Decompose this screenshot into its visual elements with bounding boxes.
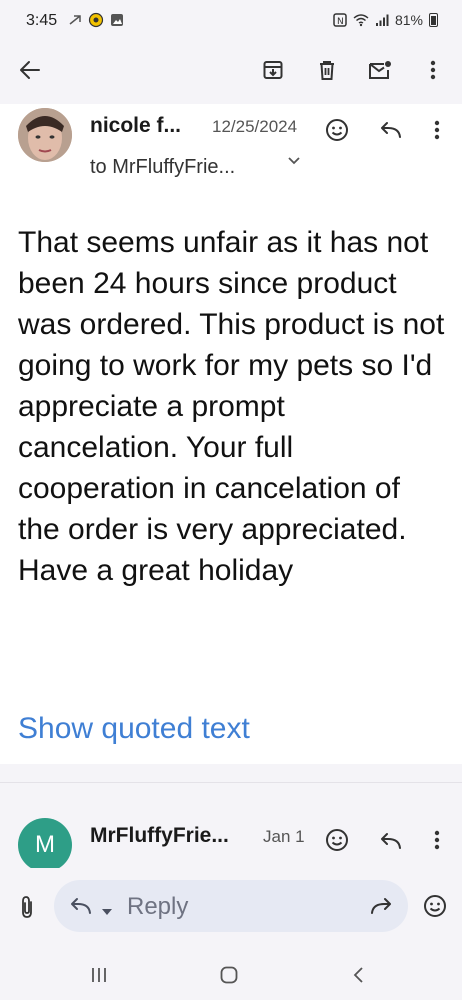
status-time: 3:45 [26, 12, 58, 29]
emoji-icon[interactable] [420, 891, 450, 921]
mark-unread-icon[interactable] [364, 54, 396, 86]
recent-apps-icon[interactable] [84, 960, 114, 990]
missed-call-icon [69, 15, 81, 25]
chevron-down-icon[interactable] [287, 154, 305, 172]
home-icon[interactable] [214, 960, 244, 990]
system-back-icon[interactable] [344, 960, 374, 990]
emoji-reaction-icon-2[interactable] [322, 825, 352, 855]
sender-name: nicole f... [90, 114, 182, 137]
reply-mode-icon[interactable] [66, 891, 96, 921]
status-system-icons: N 81% [333, 12, 438, 28]
battery-icon [429, 13, 438, 27]
reply-icon[interactable] [376, 115, 406, 145]
emoji-reaction-icon[interactable] [322, 115, 352, 145]
sender-avatar-letter[interactable]: M [18, 818, 72, 872]
attachment-icon[interactable] [12, 892, 42, 922]
nfc-icon: N [333, 13, 347, 27]
more-vert-icon[interactable] [417, 54, 449, 86]
delete-icon[interactable] [311, 54, 343, 86]
message-date-2: Jan 1 [263, 827, 305, 846]
message-date: 12/25/2024 [212, 117, 298, 136]
message-body: That seems unfair as it has not been 24 … [18, 226, 445, 587]
app-notification-icon [88, 12, 104, 28]
reply-icon-2[interactable] [376, 826, 406, 856]
reply-mode-dropdown-icon[interactable] [101, 903, 113, 921]
signal-icon [375, 14, 389, 26]
battery-percent: 81% [394, 12, 423, 28]
back-arrow-icon[interactable] [14, 54, 46, 86]
recipient-line[interactable]: to MrFluffyFrie... [90, 156, 235, 179]
reply-placeholder[interactable]: Reply [127, 893, 188, 921]
show-quoted-text-link[interactable]: Show quoted text [18, 712, 250, 746]
archive-icon[interactable] [257, 54, 289, 86]
sender-name-2: MrFluffyFrie... [90, 824, 229, 847]
message-more-icon-2[interactable] [422, 825, 452, 855]
sender-avatar[interactable] [18, 108, 72, 162]
message-more-icon[interactable] [422, 115, 452, 145]
wifi-icon [353, 14, 369, 27]
status-notification-icons [68, 12, 124, 28]
forward-icon[interactable] [366, 891, 396, 921]
svg-text:N: N [337, 17, 344, 27]
gallery-icon [111, 14, 123, 26]
